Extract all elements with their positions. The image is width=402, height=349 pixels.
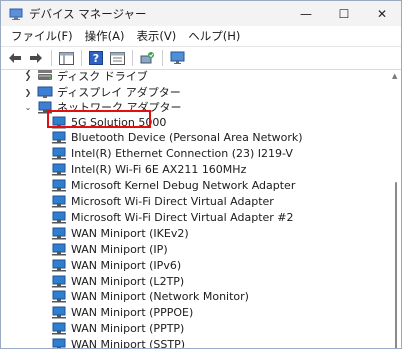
network-adapter-label: WAN Miniport (IPv6): [71, 258, 182, 272]
back-arrow-icon: [9, 53, 21, 63]
close-button[interactable]: ✕: [363, 1, 401, 26]
category-label: ネットワーク アダプター: [57, 101, 182, 114]
toolbar-separator: [162, 50, 163, 66]
scan-hardware-icon: [140, 52, 154, 64]
scan-hardware-button[interactable]: [137, 49, 157, 67]
menu-action[interactable]: 操作(A): [79, 26, 131, 46]
network-adapter-item[interactable]: WAN Miniport (IKEv2): [51, 225, 189, 241]
network-adapter-icon: [52, 211, 66, 224]
network-adapter-item[interactable]: WAN Miniport (PPTP): [51, 321, 184, 337]
category-label: ディスプレイ アダプター: [57, 86, 181, 99]
network-adapter-icon: [52, 322, 66, 335]
network-adapter-icon: [52, 306, 66, 319]
collapse-chevron-icon[interactable]: ⌄: [23, 103, 33, 112]
network-adapter-item[interactable]: 5G Solution 5000: [51, 114, 166, 130]
forward-button[interactable]: [26, 49, 46, 67]
network-adapter-label: Intel(R) Wi-Fi 6E AX211 160MHz: [71, 163, 247, 177]
network-adapter-label: WAN Miniport (IKEv2): [71, 226, 189, 240]
network-adapter-item[interactable]: Microsoft Kernel Debug Network Adapter: [51, 178, 295, 194]
network-adapter-item[interactable]: WAN Miniport (IP): [51, 241, 168, 257]
network-adapter-icon: [52, 116, 66, 128]
menu-file[interactable]: ファイル(F): [5, 26, 79, 46]
monitor-button[interactable]: [167, 49, 187, 67]
back-button[interactable]: [5, 49, 25, 67]
network-adapter-item[interactable]: Microsoft Wi-Fi Direct Virtual Adapter: [51, 194, 274, 210]
network-adapter-label: Microsoft Kernel Debug Network Adapter: [71, 179, 296, 193]
tree-category-network-adapters[interactable]: ⌄ ネットワーク アダプター: [23, 99, 182, 115]
network-adapter-item[interactable]: WAN Miniport (IPv6): [51, 257, 181, 273]
network-adapter-icon: [52, 338, 66, 348]
category-label: ディスク ドライブ: [57, 70, 148, 83]
network-adapter-label: Bluetooth Device (Personal Area Network): [71, 131, 303, 145]
network-adapter-icon: [52, 131, 66, 144]
menu-view[interactable]: 表示(V): [130, 26, 182, 46]
properties-button[interactable]: [107, 49, 127, 67]
device-tree: ❯ ❯ ディスク ドライブ ❯ ディスプレイ アダプター ⌄ ネットワーク アダ…: [1, 70, 391, 348]
network-adapter-label: 5G Solution 5000: [71, 115, 167, 129]
disk-drive-icon: [38, 73, 52, 80]
device-manager-window: デバイス マネージャー — ☐ ✕ ファイル(F) 操作(A) 表示(V) ヘル…: [0, 0, 402, 349]
network-adapter-item[interactable]: Intel(R) Ethernet Connection (23) I219-V: [51, 146, 293, 162]
network-adapter-icon: [52, 179, 66, 192]
network-adapter-label: WAN Miniport (PPTP): [71, 322, 185, 336]
scroll-thumb[interactable]: [395, 182, 397, 348]
network-adapter-label: Intel(R) Ethernet Connection (23) I219-V: [71, 147, 293, 161]
network-adapter-icon: [52, 259, 66, 272]
minimize-button[interactable]: —: [287, 1, 325, 26]
window-title: デバイス マネージャー: [29, 6, 147, 21]
expand-chevron-icon[interactable]: ❯: [23, 72, 33, 81]
tree-category-disk-drives[interactable]: ❯ ディスク ドライブ: [23, 70, 148, 84]
network-adapter-item[interactable]: WAN Miniport (L2TP): [51, 273, 184, 289]
network-adapter-icon: [52, 243, 66, 256]
properties-icon: [109, 51, 125, 65]
device-manager-icon: [9, 8, 23, 20]
network-adapter-label: Microsoft Wi-Fi Direct Virtual Adapter: [71, 195, 274, 208]
network-adapter-label: WAN Miniport (L2TP): [71, 274, 185, 288]
help-icon: ?: [89, 51, 103, 65]
network-adapter-icon: [52, 147, 66, 160]
tree-category-display-adapters[interactable]: ❯ ディスプレイ アダプター: [23, 84, 181, 100]
vertical-scrollbar[interactable]: ▲: [391, 70, 401, 348]
scroll-up-arrow-icon[interactable]: ▲: [392, 72, 397, 80]
network-adapter-label: WAN Miniport (PPPOE): [71, 306, 194, 320]
network-adapter-icon: [52, 290, 66, 303]
network-adapter-label: WAN Miniport (Network Monitor): [71, 290, 249, 304]
show-hide-tree-button[interactable]: [56, 49, 76, 67]
toolbar: ?: [1, 47, 401, 70]
device-tree-pane: ❯ ❯ ディスク ドライブ ❯ ディスプレイ アダプター ⌄ ネットワーク アダ…: [1, 70, 401, 348]
expand-chevron-icon[interactable]: ❯: [23, 88, 33, 97]
title-bar: デバイス マネージャー — ☐ ✕: [1, 1, 401, 26]
network-adapter-icon: [38, 101, 52, 113]
toolbar-separator: [51, 50, 52, 66]
network-adapter-item[interactable]: Microsoft Wi-Fi Direct Virtual Adapter #…: [51, 209, 294, 225]
network-adapter-item[interactable]: WAN Miniport (Network Monitor): [51, 289, 249, 305]
network-adapter-icon: [52, 275, 66, 287]
network-adapter-item[interactable]: Bluetooth Device (Personal Area Network): [51, 130, 303, 146]
monitor-icon: [170, 51, 184, 64]
toolbar-separator: [132, 50, 133, 66]
network-adapter-label: WAN Miniport (IP): [71, 242, 168, 256]
network-adapter-item[interactable]: Intel(R) Wi-Fi 6E AX211 160MHz: [51, 162, 246, 178]
toolbar-separator: [81, 50, 82, 66]
network-adapter-icon: [52, 195, 66, 208]
network-adapter-item[interactable]: WAN Miniport (PPPOE): [51, 305, 193, 321]
svg-text:?: ?: [93, 52, 99, 65]
help-button[interactable]: ?: [86, 49, 106, 67]
maximize-button[interactable]: ☐: [325, 1, 363, 26]
network-adapter-label: WAN Miniport (SSTP): [71, 338, 186, 348]
network-adapter-icon: [52, 227, 66, 240]
menu-help[interactable]: ヘルプ(H): [182, 26, 246, 46]
network-adapter-label: Microsoft Wi-Fi Direct Virtual Adapter #…: [71, 210, 294, 224]
network-adapter-icon: [52, 163, 66, 176]
menu-bar: ファイル(F) 操作(A) 表示(V) ヘルプ(H): [1, 26, 401, 47]
console-tree-icon: [58, 51, 74, 65]
network-adapter-item[interactable]: WAN Miniport (SSTP): [51, 337, 185, 348]
display-adapter-icon: [37, 86, 53, 98]
forward-arrow-icon: [30, 53, 42, 63]
